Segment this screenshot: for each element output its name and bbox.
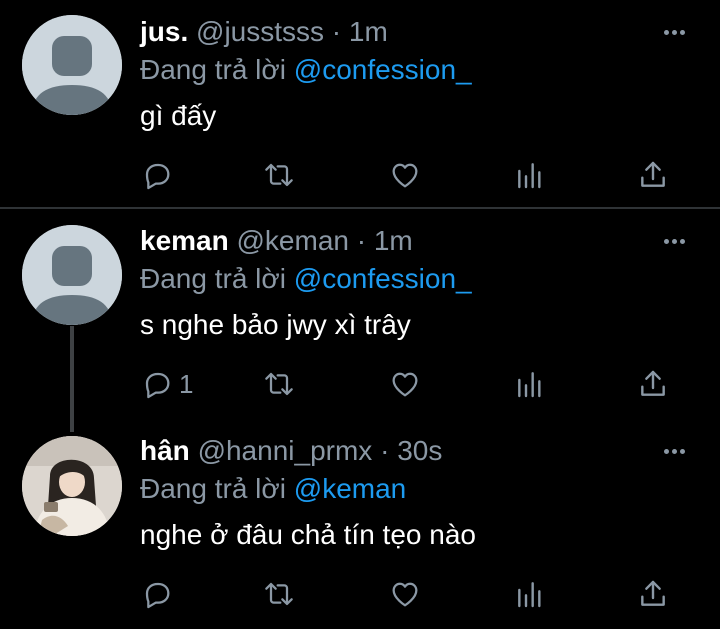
photo-avatar-icon xyxy=(22,436,122,536)
more-icon[interactable] xyxy=(664,22,692,42)
share-icon xyxy=(641,580,665,606)
reply-count: 1 xyxy=(179,368,194,399)
reply-button[interactable] xyxy=(141,574,173,614)
tweet-text: s nghe bảo jwy xì trây xyxy=(140,309,411,340)
stats-icon xyxy=(518,372,541,398)
retweet-icon xyxy=(265,372,293,396)
like-icon xyxy=(392,582,418,607)
default-avatar-icon xyxy=(22,15,122,115)
retweet-button[interactable] xyxy=(263,364,295,404)
replying-to: Đang trả lời @confession_ xyxy=(140,52,472,88)
replying-prefix: Đang trả lời xyxy=(140,263,286,294)
default-avatar-icon xyxy=(22,225,122,325)
timestamp[interactable]: 30s xyxy=(397,435,442,466)
user-handle[interactable]: @jusstsss xyxy=(196,16,324,47)
reply-icon xyxy=(145,582,170,609)
reply-icon xyxy=(145,372,170,399)
avatar[interactable] xyxy=(22,436,122,536)
display-name[interactable]: hân xyxy=(140,435,190,466)
reply-button[interactable] xyxy=(141,155,173,195)
share-button[interactable] xyxy=(637,155,669,195)
view-stats-button[interactable] xyxy=(514,574,546,614)
stats-icon xyxy=(518,582,541,608)
display-name[interactable]: jus. xyxy=(140,16,188,47)
user-handle[interactable]: @hanni_prmx xyxy=(198,435,373,466)
share-button[interactable] xyxy=(637,574,669,614)
display-name[interactable]: keman xyxy=(140,225,229,256)
more-icon[interactable] xyxy=(664,231,692,251)
separator: · xyxy=(356,225,367,256)
view-stats-button[interactable] xyxy=(514,155,546,195)
mention-link[interactable]: @confession_ xyxy=(294,263,472,294)
mention-link[interactable]: @confession_ xyxy=(294,54,472,85)
view-stats-button[interactable] xyxy=(514,364,546,404)
replying-to: Đang trả lời @confession_ xyxy=(140,261,472,297)
tweet-text: gì đấy xyxy=(140,100,217,131)
like-button[interactable] xyxy=(389,574,421,614)
tweet-actions xyxy=(0,574,720,614)
tweet-header: keman @keman · 1m xyxy=(140,223,413,259)
like-icon xyxy=(392,372,418,397)
avatar[interactable] xyxy=(22,225,122,325)
tweet-header: hân @hanni_prmx · 30s xyxy=(140,433,442,469)
avatar[interactable] xyxy=(22,15,122,115)
tweet-actions xyxy=(0,155,720,195)
like-button[interactable] xyxy=(389,364,421,404)
tweet-header: jus. @jusstsss · 1m xyxy=(140,14,388,50)
retweet-button[interactable] xyxy=(263,574,295,614)
reply-icon xyxy=(145,163,170,190)
more-icon[interactable] xyxy=(664,441,692,461)
replying-to: Đang trả lời @keman xyxy=(140,471,406,507)
timestamp[interactable]: 1m xyxy=(374,225,413,256)
retweet-icon xyxy=(265,163,293,187)
tweet[interactable]: jus. @jusstsss · 1m Đang trả lời @confes… xyxy=(0,0,720,208)
like-button[interactable] xyxy=(389,155,421,195)
share-icon xyxy=(641,370,665,396)
like-icon xyxy=(392,163,418,188)
replying-prefix: Đang trả lời xyxy=(140,54,286,85)
separator: · xyxy=(380,435,390,466)
tweet[interactable]: hân @hanni_prmx · 30s Đang trả lời @kema… xyxy=(0,419,720,629)
tweet-actions: 1 xyxy=(0,364,720,404)
reply-button[interactable]: 1 xyxy=(141,364,193,404)
tweet-text: nghe ở đâu chả tín tẹo nào xyxy=(140,519,476,550)
share-icon xyxy=(641,161,665,187)
user-handle[interactable]: @keman xyxy=(237,225,349,256)
share-button[interactable] xyxy=(637,364,669,404)
stats-icon xyxy=(518,163,541,189)
mention-link[interactable]: @keman xyxy=(294,473,406,504)
separator: · xyxy=(331,16,342,47)
replying-prefix: Đang trả lời xyxy=(140,473,286,504)
tweet[interactable]: keman @keman · 1m Đang trả lời @confessi… xyxy=(0,209,720,419)
timestamp[interactable]: 1m xyxy=(349,16,388,47)
retweet-button[interactable] xyxy=(263,155,295,195)
retweet-icon xyxy=(265,582,293,606)
